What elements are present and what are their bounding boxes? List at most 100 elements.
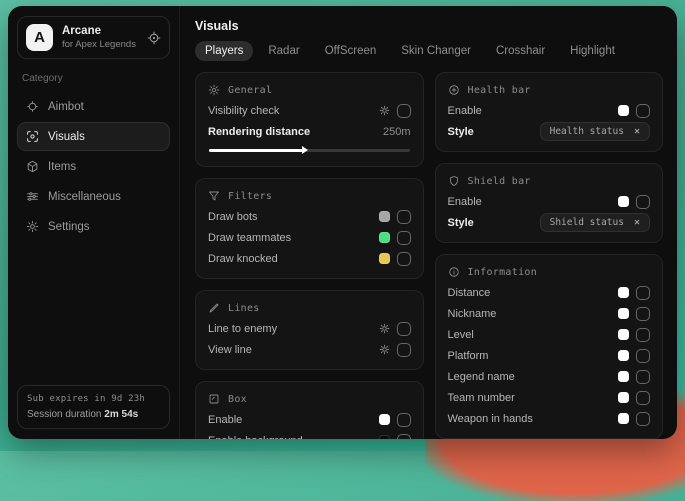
health-style-select[interactable]: Health status ✕ <box>540 122 650 141</box>
card-title: General <box>228 85 272 96</box>
row-label: Draw teammates <box>208 232 379 244</box>
row-label: Nickname <box>448 308 619 320</box>
info-icon <box>448 266 460 278</box>
focus-icon[interactable] <box>147 31 161 45</box>
slider-thumb[interactable] <box>302 146 308 154</box>
level-checkbox[interactable] <box>636 328 650 342</box>
tab-skin-changer[interactable]: Skin Changer <box>391 41 481 61</box>
box-enable-background-checkbox[interactable] <box>397 434 411 440</box>
health-enable-checkbox[interactable] <box>636 104 650 118</box>
card-header: Filters <box>208 190 411 202</box>
distance-checkbox[interactable] <box>636 286 650 300</box>
close-icon[interactable]: ✕ <box>634 127 640 137</box>
color-swatch[interactable] <box>379 414 390 425</box>
close-icon[interactable]: ✕ <box>634 218 640 228</box>
rendering-distance-slider[interactable] <box>209 145 410 155</box>
sidebar-item-items[interactable]: Items <box>17 152 170 181</box>
content-columns: General Visibility check <box>195 72 663 439</box>
color-swatch[interactable] <box>618 287 629 298</box>
row-label: Draw knocked <box>208 253 379 265</box>
color-swatch[interactable] <box>379 211 390 222</box>
color-swatch[interactable] <box>379 232 390 243</box>
draw-teammates-checkbox[interactable] <box>397 231 411 245</box>
weapon-in-hands-checkbox[interactable] <box>636 412 650 426</box>
tab-radar[interactable]: Radar <box>258 41 309 61</box>
shield-icon <box>448 175 460 187</box>
tab-players[interactable]: Players <box>195 41 253 61</box>
color-swatch[interactable] <box>379 253 390 264</box>
right-column: Health bar Enable Style Health status <box>435 72 664 439</box>
visibility-check-checkbox[interactable] <box>397 104 411 118</box>
color-swatch[interactable] <box>618 371 629 382</box>
health-style-row: Style Health status ✕ <box>448 121 651 142</box>
row-label: Distance <box>448 287 619 299</box>
filters-card: Filters Draw bots Draw teammates <box>195 178 424 279</box>
view-line-checkbox[interactable] <box>397 343 411 357</box>
gear-icon[interactable] <box>379 344 390 355</box>
row-label: Enable <box>448 196 619 208</box>
tab-highlight[interactable]: Highlight <box>560 41 625 61</box>
sidebar: A Arcane for Apex Legends Category Aimbo… <box>8 6 180 439</box>
row-label: Rendering distance <box>208 126 383 138</box>
shield-style-select[interactable]: Shield status ✕ <box>540 213 650 232</box>
tab-offscreen[interactable]: OffScreen <box>315 41 387 61</box>
color-swatch[interactable] <box>618 196 629 207</box>
rendering-distance-value: 250m <box>383 126 411 138</box>
card-header: Shield bar <box>448 175 651 187</box>
color-swatch[interactable] <box>618 308 629 319</box>
color-swatch[interactable] <box>618 105 629 116</box>
line-to-enemy-row: Line to enemy <box>208 318 411 339</box>
draw-knocked-checkbox[interactable] <box>397 252 411 266</box>
weapon-in-hands-row: Weapon in hands <box>448 408 651 429</box>
color-swatch[interactable] <box>618 350 629 361</box>
app-subtitle: for Apex Legends <box>62 39 138 50</box>
color-swatch[interactable] <box>618 392 629 403</box>
row-label: Weapon in hands <box>448 413 619 425</box>
nickname-checkbox[interactable] <box>636 307 650 321</box>
legend-name-checkbox[interactable] <box>636 370 650 384</box>
shield-enable-checkbox[interactable] <box>636 195 650 209</box>
slider-fill <box>209 149 305 152</box>
rendering-distance-row: Rendering distance 250m <box>208 121 411 142</box>
box-card: Box Enable Enable background <box>195 381 424 439</box>
sidebar-item-visuals[interactable]: Visuals <box>17 122 170 151</box>
sidebar-item-settings[interactable]: Settings <box>17 212 170 241</box>
nickname-row: Nickname <box>448 303 651 324</box>
left-column: General Visibility check <box>195 72 424 439</box>
session-duration-text: Session duration 2m 54s <box>27 409 160 420</box>
sidebar-item-label: Items <box>48 161 76 173</box>
sidebar-item-miscellaneous[interactable]: Miscellaneous <box>17 182 170 211</box>
view-line-row: View line <box>208 339 411 360</box>
color-swatch[interactable] <box>379 435 390 439</box>
gear-icon[interactable] <box>379 323 390 334</box>
platform-checkbox[interactable] <box>636 349 650 363</box>
gear-icon <box>26 220 39 233</box>
row-label: Draw bots <box>208 211 379 223</box>
card-title: Filters <box>228 191 272 202</box>
color-swatch[interactable] <box>618 413 629 424</box>
draw-bots-checkbox[interactable] <box>397 210 411 224</box>
shield-style-value: Shield status <box>550 217 624 228</box>
row-label: Enable background <box>208 435 379 440</box>
health-enable-row: Enable <box>448 100 651 121</box>
color-swatch[interactable] <box>618 329 629 340</box>
sidebar-item-label: Miscellaneous <box>48 191 121 203</box>
team-number-checkbox[interactable] <box>636 391 650 405</box>
box-enable-checkbox[interactable] <box>397 413 411 427</box>
lines-card: Lines Line to enemy <box>195 290 424 370</box>
visibility-check-row: Visibility check <box>208 100 411 121</box>
card-header: Lines <box>208 302 411 314</box>
row-label: Enable <box>208 414 379 426</box>
tab-bar: Players Radar OffScreen Skin Changer Cro… <box>195 41 663 61</box>
brand-card: A Arcane for Apex Legends <box>17 16 170 59</box>
tab-crosshair[interactable]: Crosshair <box>486 41 555 61</box>
platform-row: Platform <box>448 345 651 366</box>
row-label: Line to enemy <box>208 323 379 335</box>
gear-icon[interactable] <box>379 105 390 116</box>
line-to-enemy-checkbox[interactable] <box>397 322 411 336</box>
sidebar-item-aimbot[interactable]: Aimbot <box>17 92 170 121</box>
draw-bots-row: Draw bots <box>208 206 411 227</box>
legend-name-row: Legend name <box>448 366 651 387</box>
row-label: Style <box>448 126 540 138</box>
box-enable-row: Enable <box>208 409 411 430</box>
